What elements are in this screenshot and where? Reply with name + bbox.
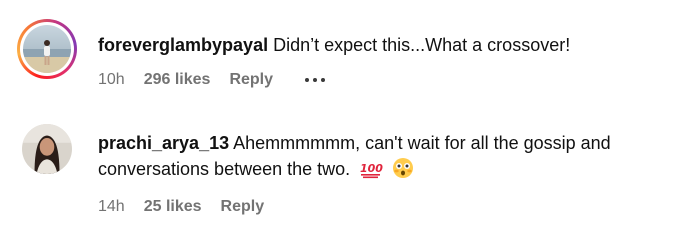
avatar: [23, 25, 71, 73]
reply-button[interactable]: Reply: [221, 198, 265, 216]
avatar-story-ring[interactable]: [17, 19, 77, 79]
comment-likes[interactable]: 25 likes: [144, 198, 202, 216]
avatar-image: [22, 124, 72, 174]
hundred-points-icon: 100: [360, 162, 383, 179]
comment-likes[interactable]: 296 likes: [144, 71, 211, 89]
comment-body: foreverglambypayal Didn’t expect this...…: [98, 32, 674, 58]
comment-item: prachi_arya_13 Ahemmmmmm, can't wait for…: [0, 112, 694, 249]
svg-text:100: 100: [360, 162, 383, 175]
comment-meta: 14h 25 likes Reply: [98, 196, 264, 218]
comment-body: prachi_arya_13 Ahemmmmmm, can't wait for…: [98, 130, 674, 182]
comment-text: Didn’t expect this...What a crossover!: [273, 35, 571, 55]
reply-button[interactable]: Reply: [229, 71, 273, 89]
comment-timestamp[interactable]: 10h: [98, 71, 125, 89]
flushed-face-icon: [393, 158, 414, 178]
avatar[interactable]: [22, 124, 72, 174]
comment-username[interactable]: prachi_arya_13: [98, 133, 229, 153]
comment-timestamp[interactable]: 14h: [98, 198, 125, 216]
more-options-icon[interactable]: [305, 69, 326, 91]
comment-username[interactable]: foreverglambypayal: [98, 35, 268, 55]
comment-meta: 10h 296 likes Reply: [98, 69, 326, 91]
comment-item: foreverglambypayal Didn’t expect this...…: [0, 0, 694, 112]
